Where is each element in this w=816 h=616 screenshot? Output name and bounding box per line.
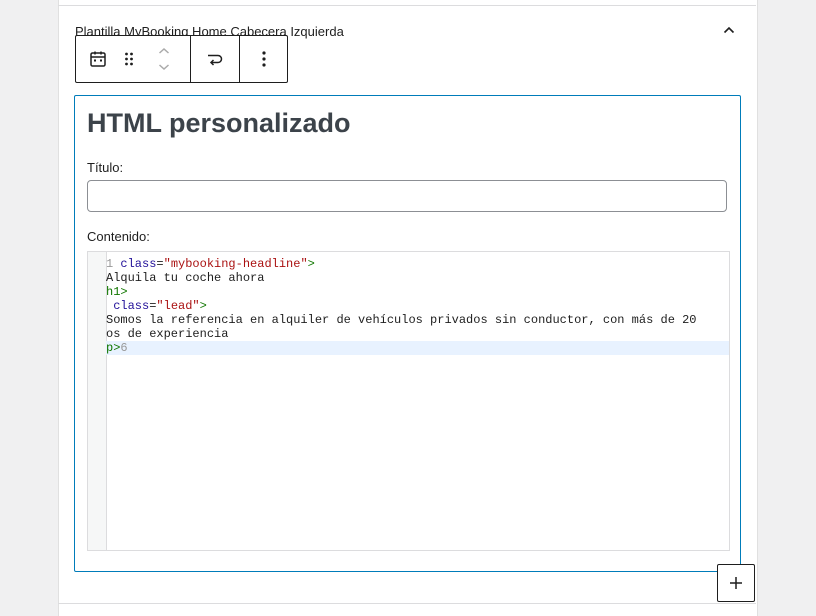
drag-handle-icon [125,52,133,66]
transform-button[interactable] [191,36,239,82]
move-down-button[interactable] [152,59,176,75]
more-options-button[interactable] [240,36,288,82]
code-token: = [156,257,164,271]
collapse-button[interactable] [719,20,739,40]
code-line: class="lead"> [106,299,697,313]
code-editor[interactable]: 1 class="mybooking-headline"> Alquila tu … [87,251,730,551]
block-heading: HTML personalizado [87,108,351,138]
code-token: p> [106,341,121,355]
toolbar-group-options [239,36,288,82]
custom-html-block[interactable]: HTML personalizado Título: Contenido: 1 … [74,95,741,572]
chevron-down-icon [159,64,169,71]
code-token: 6 [120,341,128,355]
code-token: > [307,257,315,271]
code-line: Somos la referencia en alquiler de vehíc… [106,313,697,327]
code-line: os de experiencia [106,327,697,341]
title-input[interactable] [87,180,727,212]
divider [58,603,756,604]
code-token: os de experiencia [106,327,229,341]
code-line: p>6 [106,341,697,355]
plus-icon [730,577,742,589]
title-label: Título: [87,160,124,175]
code-line: 1 class="mybooking-headline"> [106,257,697,271]
content-label: Contenido: [87,229,150,244]
move-buttons [138,36,190,82]
move-up-button[interactable] [152,43,176,59]
calendar-icon [90,51,106,67]
toolbar-group-transform [190,36,239,82]
code-token: Alquila tu coche ahora [106,271,265,285]
code-token: > [199,299,207,313]
toolbar-group-block [76,36,190,82]
code-token: "lead" [156,299,200,313]
more-options-icon [262,51,266,67]
chevron-up-icon [159,47,169,54]
code-token: "mybooking-headline" [163,257,308,271]
code-token: h1> [106,285,128,299]
transform-icon [208,54,223,66]
block-type-button[interactable] [76,36,120,82]
code-token: class [113,299,150,313]
code-text[interactable]: 1 class="mybooking-headline"> Alquila tu … [106,257,697,355]
chevron-up-icon [723,26,735,34]
code-line: Alquila tu coche ahora [106,271,697,285]
line-number-gutter [88,252,107,550]
code-line: h1> [106,285,697,299]
divider [58,5,756,6]
code-token: Somos la referencia en alquiler de vehíc… [106,313,697,327]
code-token: class [120,257,157,271]
drag-handle[interactable] [120,36,138,82]
block-toolbar [75,35,288,83]
add-block-button[interactable] [717,564,755,602]
